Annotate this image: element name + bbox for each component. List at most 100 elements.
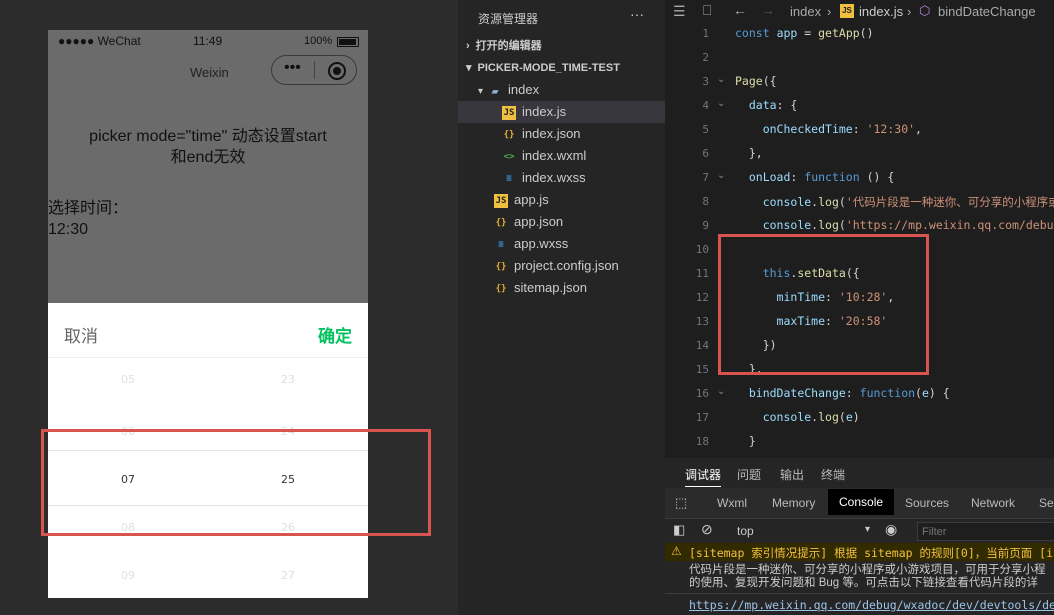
minute-option[interactable]: 23: [248, 373, 328, 386]
minute-option[interactable]: 27: [248, 569, 328, 582]
devtools-tab-memory[interactable]: Memory: [772, 496, 815, 510]
setdata-highlight-annotation: [718, 234, 929, 375]
devtools-panel: 调试器 问题 输出 终端 ⬚ Wxml Memory Console Sources Netw…: [665, 458, 1054, 615]
breadcrumb-symbol[interactable]: bindDateChange: [938, 4, 1036, 19]
fold-chevron-icon[interactable]: ⌄: [717, 98, 725, 109]
file-item[interactable]: {} index.json: [458, 123, 665, 145]
line-number: 12: [695, 291, 709, 304]
devtools-tab-security[interactable]: Security: [1039, 496, 1054, 510]
symbol-cube-icon: ⬡: [919, 3, 931, 18]
battery-label: 100%: [304, 35, 333, 47]
time-value: 12:30: [48, 221, 89, 238]
line-number: 16: [695, 387, 709, 400]
file-item[interactable]: {} sitemap.json: [458, 277, 665, 299]
more-dots-icon[interactable]: •••: [284, 59, 301, 77]
file-type-icon: {}: [503, 129, 515, 140]
line-number: 1: [702, 27, 709, 40]
code-line[interactable]: },: [735, 146, 763, 160]
console-divider: [665, 593, 1054, 594]
line-number: 10: [695, 243, 709, 256]
inspect-cursor-icon[interactable]: ⬚: [675, 495, 687, 511]
fold-chevron-icon[interactable]: ⌄: [717, 74, 725, 85]
sidebar-toggle-icon[interactable]: ◧: [673, 522, 685, 538]
chevron-down-icon[interactable]: ▾: [865, 524, 870, 535]
folder-index-label: index: [508, 82, 540, 97]
forward-arrow-icon[interactable]: →: [761, 2, 775, 18]
devtools-top-tabs: 调试器 问题 输出 终端: [665, 458, 1054, 488]
devtools-tab-wxml[interactable]: Wxml: [717, 496, 747, 510]
section-project-label: PICKER-MODE_TIME-TEST: [477, 62, 620, 74]
line-number: 8: [702, 195, 709, 208]
file-type-icon: <>: [503, 151, 515, 162]
code-line[interactable]: onCheckedTime: '12:30',: [735, 122, 922, 136]
code-line[interactable]: }: [735, 434, 756, 448]
file-name: app.js: [514, 192, 549, 207]
hour-option[interactable]: 09: [88, 569, 168, 582]
devtools-top-tab[interactable]: 调试器: [685, 466, 722, 487]
file-item[interactable]: ≡ app.wxss: [458, 233, 665, 255]
code-line[interactable]: console.log(e): [735, 410, 860, 424]
breadcrumb-file[interactable]: index.js: [859, 4, 903, 19]
code-line[interactable]: const app = getApp(): [735, 26, 874, 40]
devtools-top-tab[interactable]: 输出: [780, 466, 804, 483]
line-number: 18: [695, 435, 709, 448]
breadcrumb-folder[interactable]: index: [790, 4, 821, 19]
line-number: 5: [702, 123, 709, 136]
folder-open-icon: ▰: [491, 83, 499, 98]
devtools-top-tab[interactable]: 终端: [821, 466, 845, 483]
status-bar: ●●●●● WeChat 11:49 100%: [48, 30, 368, 52]
code-line[interactable]: data: {: [735, 98, 797, 112]
devtools-tab-console[interactable]: Console: [828, 489, 895, 515]
bookmark-icon[interactable]: ⎕: [703, 2, 711, 19]
console-log-entry: 代码片段是一种迷你、可分享的小程序或小游戏项目，可用于分享小程 的使用、复现开发…: [689, 564, 1046, 590]
explorer-more-button[interactable]: ···: [630, 6, 644, 22]
file-type-icon: JS: [502, 105, 516, 120]
section-project[interactable]: ▾ PICKER-MODE_TIME-TEST: [458, 57, 665, 79]
devtools-tab-bar: ⬚ Wxml Memory Console Sources Network Securit…: [665, 488, 1054, 519]
console-warning-row: ⚠ [sitemap 索引情况提示] 根据 sitemap 的规则[0]，当前页…: [665, 543, 1054, 561]
file-item[interactable]: ≡ index.wxss: [458, 167, 665, 189]
eye-icon[interactable]: ◉: [885, 521, 897, 538]
file-name: app.wxss: [514, 236, 569, 251]
code-line[interactable]: console.log('https://mp.weixin.qq.com/de…: [735, 218, 1054, 232]
code-line[interactable]: console.log('代码片段是一种迷你、可分享的小程序或: [735, 194, 1054, 210]
devtools-tab-sources[interactable]: Sources: [905, 496, 949, 510]
fold-chevron-icon[interactable]: ⌄: [717, 386, 725, 397]
filter-input[interactable]: [917, 522, 1054, 541]
time-display[interactable]: 选择时间： 12:30: [48, 198, 128, 240]
section-open-editors-label: 打开的编辑器: [475, 40, 542, 52]
capsule-button[interactable]: •••: [271, 55, 357, 85]
folder-index[interactable]: ▾ ▰ index: [458, 79, 665, 101]
devtools-top-tab[interactable]: 问题: [737, 466, 761, 483]
line-number: 13: [695, 315, 709, 328]
context-select[interactable]: top: [737, 524, 754, 538]
file-item[interactable]: {} project.config.json: [458, 255, 665, 277]
code-line[interactable]: Page({: [735, 74, 777, 88]
console-message: 的使用、复现开发问题和 Bug 等。可点击以下链接查看代码片段的详: [689, 577, 1038, 589]
line-number: 2: [702, 51, 709, 64]
carrier-label: ●●●●● WeChat: [58, 34, 141, 48]
file-type-icon: JS: [494, 193, 508, 208]
devtools-tab-network[interactable]: Network: [971, 496, 1015, 510]
console-link[interactable]: https://mp.weixin.qq.com/debug/wxadoc/de…: [689, 598, 1054, 612]
console-message: 代码片段是一种迷你、可分享的小程序或小游戏项目，可用于分享小程: [689, 564, 1046, 576]
battery-icon: [337, 37, 359, 47]
list-icon[interactable]: ☰: [673, 3, 686, 20]
file-name: index.wxml: [522, 148, 587, 163]
file-item[interactable]: JS index.js: [458, 101, 665, 123]
close-circle-icon[interactable]: [328, 62, 346, 80]
file-item[interactable]: <> index.wxml: [458, 145, 665, 167]
file-explorer: 资源管理器 ··· › 打开的编辑器 ▾ PICKER-MODE_TIME-TEST…: [458, 0, 665, 615]
file-item[interactable]: {} app.json: [458, 211, 665, 233]
hour-option[interactable]: 05: [88, 373, 168, 386]
code-line[interactable]: bindDateChange: function(e) {: [735, 386, 950, 400]
fold-chevron-icon[interactable]: ⌄: [717, 170, 725, 181]
back-arrow-icon[interactable]: ←: [733, 2, 747, 18]
capsule-divider: [314, 61, 315, 79]
page-title-line1: picker mode="time" 动态设置start: [89, 128, 327, 145]
clear-console-icon[interactable]: ⊘: [701, 521, 713, 538]
file-item[interactable]: JS app.js: [458, 189, 665, 211]
code-line[interactable]: onLoad: function () {: [735, 170, 894, 184]
console-toolbar: ◧ ⊘ top ▾ ◉: [665, 519, 1054, 544]
section-open-editors[interactable]: › 打开的编辑器: [458, 35, 665, 57]
